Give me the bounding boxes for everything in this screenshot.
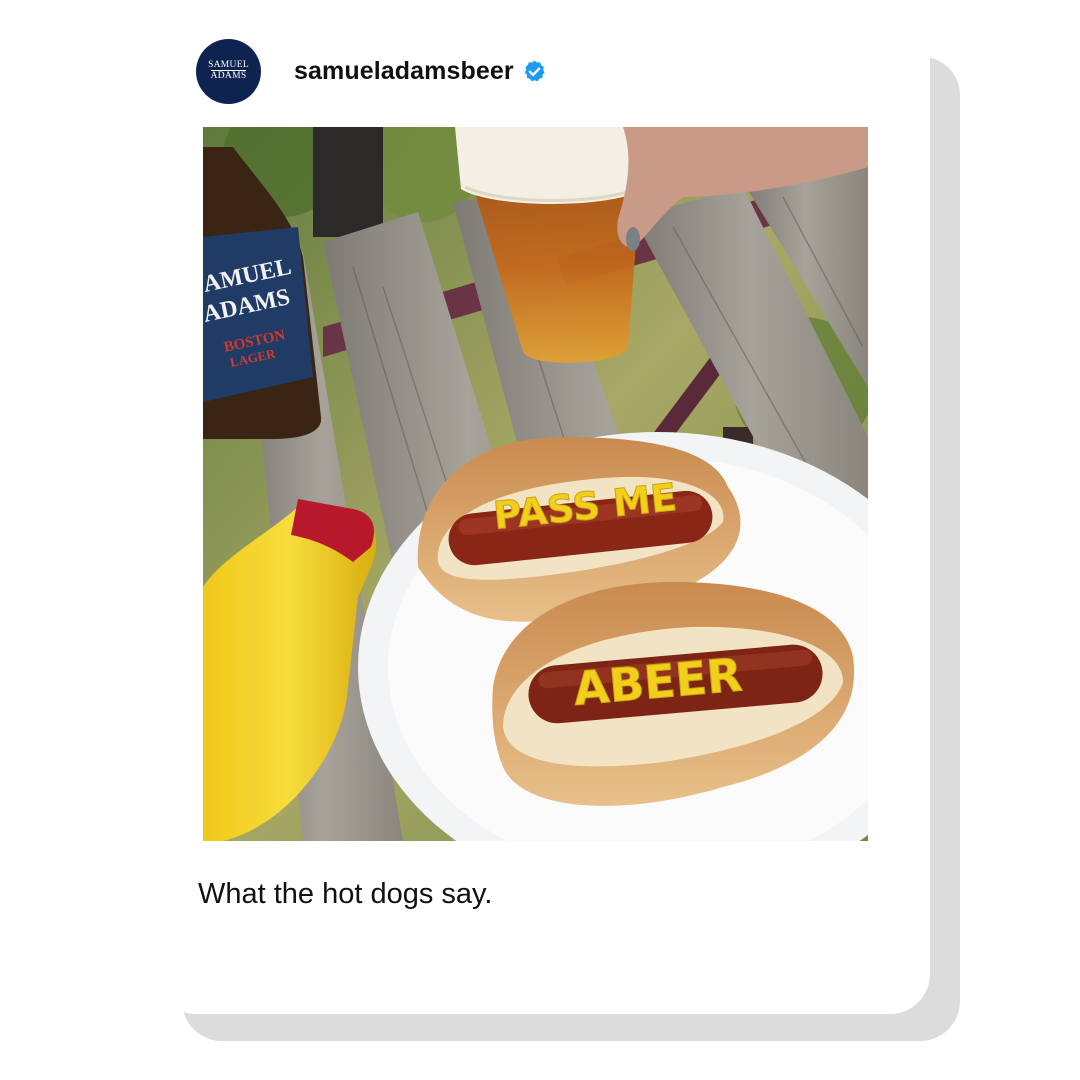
post-header: SAMUEL ADAMS samueladamsbeer (196, 38, 547, 104)
post-photo[interactable]: AMUEL ADAMS BOSTON LAGER PASS ME ABEER (203, 127, 868, 841)
avatar-logo-line1: SAMUEL (208, 60, 249, 70)
verified-badge-icon (524, 60, 545, 81)
avatar[interactable]: SAMUEL ADAMS (196, 38, 261, 104)
username[interactable]: samueladamsbeer (294, 57, 514, 86)
post-caption: What the hot dogs say. (198, 878, 493, 910)
photo-illustration: AMUEL ADAMS BOSTON LAGER PASS ME ABEER (203, 127, 868, 841)
avatar-logo-line2: ADAMS (210, 70, 247, 81)
